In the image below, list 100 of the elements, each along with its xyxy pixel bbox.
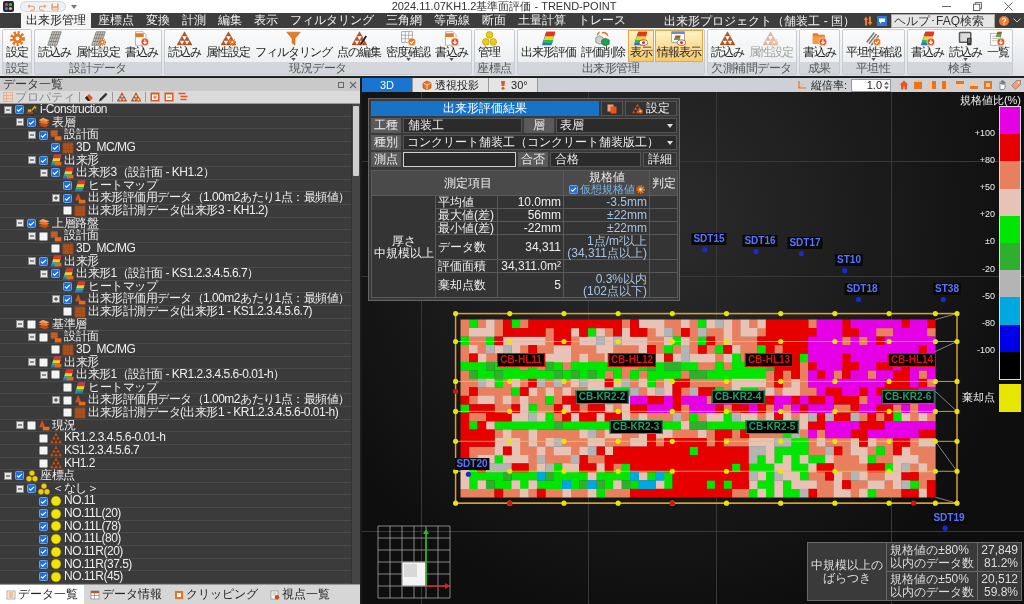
ribbon-tab[interactable]: トレース (573, 13, 631, 28)
tree-item-label[interactable]: NO.11L(78) (64, 520, 121, 533)
tree-item-label[interactable]: 座標点 (40, 470, 75, 482)
expand-icon[interactable] (52, 194, 60, 203)
tree-item-label[interactable]: NO.11R(20) (64, 545, 123, 558)
caret-icon[interactable] (71, 4, 77, 9)
tree-item-label[interactable]: NO.11L(20) (64, 508, 121, 520)
tree-item-label[interactable]: 出来形評価用データ（1.00m2あたり1点：最頻値） (88, 192, 350, 204)
collapse-icon[interactable] (4, 471, 12, 480)
hand-icon[interactable] (997, 80, 1007, 90)
ribbon-tab[interactable]: 土量計算 (513, 13, 571, 28)
panel-tab[interactable]: 視点一覧 (264, 585, 336, 604)
collapse-icon[interactable] (16, 421, 24, 430)
station-input-field[interactable] (403, 152, 516, 167)
tree-item-label[interactable]: KS1.2.3.4.5.6.7 (64, 444, 140, 457)
checkbox[interactable] (51, 143, 60, 153)
tree-item-label[interactable]: 設計面 (64, 230, 99, 242)
tree-item-label[interactable]: 出来形 (64, 356, 99, 369)
viewport-background[interactable] (362, 92, 1024, 604)
checkbox[interactable] (39, 572, 48, 582)
tree-item-label[interactable]: 出来形評価用データ（1.00m2あたり1点：最頻値） (88, 293, 350, 305)
tree-item-label[interactable]: NO.11 (64, 495, 96, 507)
sort-arrows-icon[interactable] (863, 15, 873, 26)
ribbon-tab[interactable]: 変換 (141, 13, 175, 28)
ribbon-button[interactable]: 密度確認 (384, 30, 432, 62)
ribbon-tab[interactable]: 三角網 (381, 13, 427, 28)
checkbox[interactable] (39, 496, 48, 506)
axis-grid-drawing[interactable] (376, 524, 452, 600)
close-icon[interactable] (1004, 2, 1013, 11)
checkbox[interactable] (27, 484, 36, 494)
ribbon-tab[interactable]: 断面 (477, 13, 511, 28)
collapse-icon[interactable] (40, 168, 48, 177)
checkbox[interactable] (39, 130, 48, 140)
checkbox[interactable] (27, 319, 36, 329)
scrollbar-thumb[interactable] (353, 106, 359, 176)
tree-item-label[interactable]: 3D_MC/MG (76, 242, 136, 255)
collapse-icon[interactable] (28, 257, 36, 266)
tree-item-label[interactable]: 3D_MC/MG (76, 343, 136, 356)
tree-item-label[interactable]: 出来形1（設計面 - KR1.2.3.4.5.6-0.01-h） (76, 369, 285, 381)
tree-item-label[interactable]: ＜なし＞ (52, 482, 98, 495)
ribbon-button[interactable]: 読込み (708, 30, 746, 62)
collapse-icon[interactable] (16, 219, 24, 228)
tree-item-label[interactable]: ヒートマップ (88, 280, 157, 293)
app-logo-icon[interactable] (3, 1, 14, 12)
collapse-icon[interactable] (16, 484, 24, 493)
tree-item-label[interactable]: ヒートマップ (88, 381, 157, 394)
ribbon-button[interactable]: 一覧 (984, 30, 1011, 62)
checkbox[interactable] (63, 206, 72, 216)
detail-button[interactable]: 詳細 (643, 152, 677, 167)
tree-item-label[interactable]: NO.11L(80) (64, 533, 121, 545)
checkbox[interactable] (63, 383, 72, 393)
collapse-icon[interactable] (28, 131, 36, 140)
checkbox[interactable] (39, 509, 48, 519)
checkbox[interactable] (63, 395, 72, 405)
checkbox[interactable] (63, 282, 72, 292)
checkbox[interactable] (51, 370, 60, 380)
checkbox[interactable] (63, 408, 72, 418)
search-field[interactable]: ヘルプ･FAQ検索 (891, 13, 995, 28)
checkbox[interactable] (39, 521, 48, 531)
ribbon-tab[interactable]: 編集 (213, 13, 247, 28)
collapse-icon[interactable] (28, 358, 36, 367)
collapse-icon[interactable] (40, 269, 48, 278)
ribbon-button[interactable]: 書込み (908, 30, 946, 62)
ribbon-button[interactable]: 表示 (627, 30, 654, 62)
view-tab[interactable]: 30° (489, 78, 538, 92)
checkbox[interactable] (63, 181, 72, 191)
ribbon-tab[interactable]: 等高線 (429, 13, 475, 28)
chevron-down-icon[interactable] (1013, 18, 1021, 23)
ribbon-tab[interactable]: フィルタリング (285, 13, 379, 28)
checkbox[interactable] (39, 231, 48, 241)
checkbox[interactable] (63, 294, 72, 304)
ribbon-tab[interactable]: 計測 (177, 13, 211, 28)
tree-item-label[interactable]: 出来形 (64, 255, 99, 268)
cone-stack-gear-icon[interactable] (131, 92, 141, 102)
scale-field[interactable]: 1.0 (851, 78, 891, 92)
window-plus-icon[interactable] (150, 92, 160, 102)
checkbox[interactable] (39, 559, 48, 569)
ribbon-button[interactable]: 読込み (946, 30, 984, 62)
ribbon-button[interactable]: 点の編集 (335, 30, 383, 62)
checkbox[interactable] (15, 471, 24, 481)
settings-button[interactable]: 設定 (625, 101, 677, 116)
view-tab[interactable]: 透視投影 (413, 78, 490, 92)
help-icon[interactable] (999, 15, 1009, 26)
view-tab[interactable]: 3D (362, 78, 414, 92)
ribbon-button[interactable]: 書込み (800, 30, 838, 62)
tree-item-label[interactable]: 出来形1（設計面 - KS1.2.3.4.5.6.7） (76, 268, 259, 280)
tree-item-label[interactable]: 現況 (52, 419, 75, 432)
checkbox[interactable] (568, 184, 578, 194)
ribbon-button[interactable]: 属性設定 (74, 30, 122, 62)
tree-item-label[interactable]: 基準層 (52, 318, 87, 331)
ribbon-tab[interactable]: 出来形管理 (21, 13, 91, 28)
checkbox[interactable] (51, 345, 60, 355)
tree-item-label[interactable]: 設計面 (64, 129, 99, 141)
tree-item-label[interactable]: 上層路盤 (52, 217, 98, 230)
checkbox[interactable] (39, 357, 48, 367)
checkbox[interactable] (63, 307, 72, 317)
tree-item-label[interactable]: 出来形3（設計面 - KH1.2） (76, 167, 215, 179)
collapse-icon[interactable] (28, 156, 36, 165)
speech-bubble-icon[interactable] (877, 15, 887, 26)
eraser-icon[interactable] (84, 92, 94, 102)
